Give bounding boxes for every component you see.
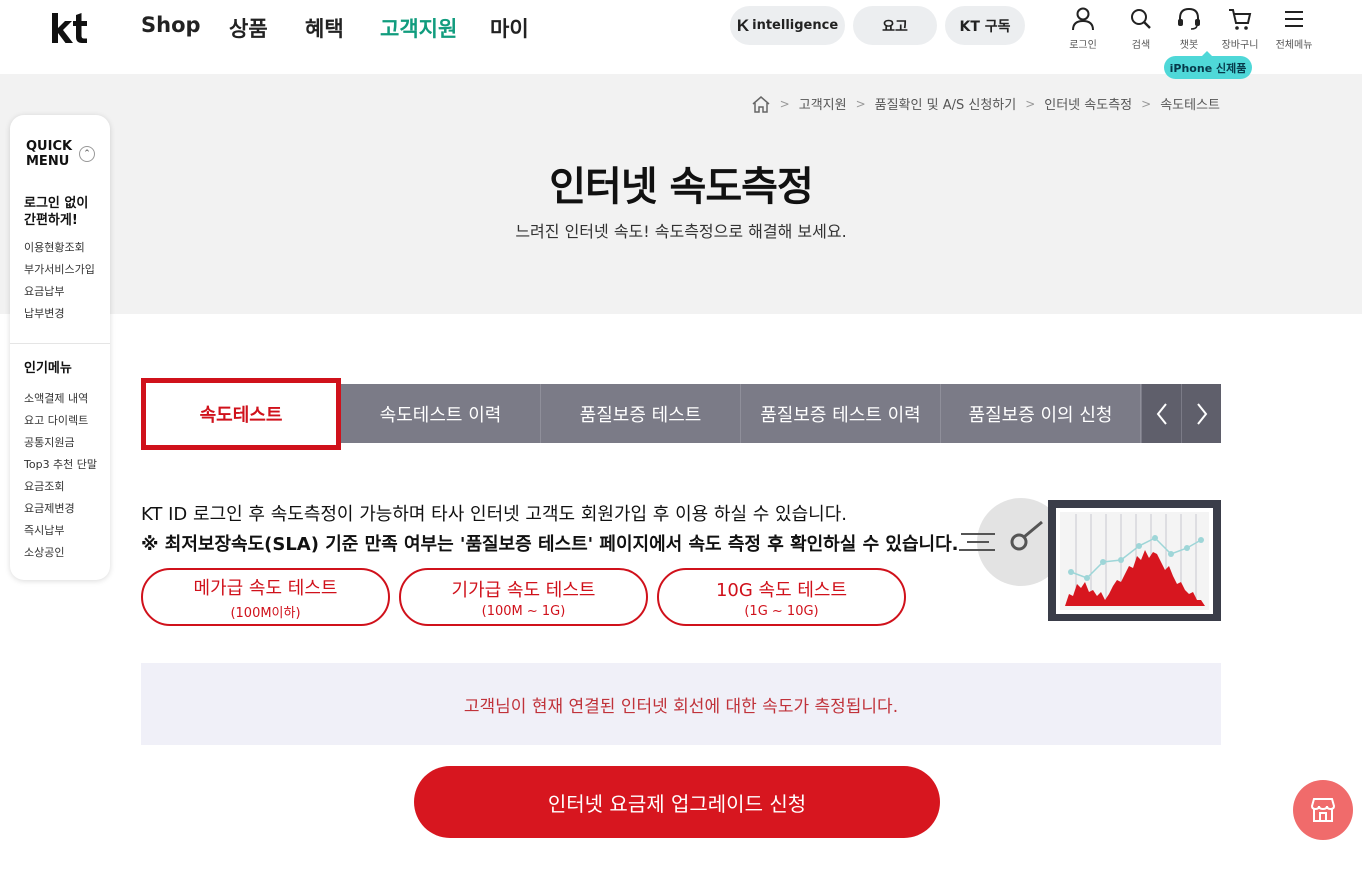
quick-link[interactable]: 소액결제 내역 bbox=[24, 390, 88, 406]
all-menu-label: 전체메뉴 bbox=[1275, 40, 1313, 51]
quick-menu-title-line1: QUICK bbox=[26, 139, 73, 154]
user-icon bbox=[1072, 7, 1094, 31]
nav-my[interactable]: 마이 bbox=[490, 13, 529, 43]
quick-link[interactable]: 요금납부 bbox=[24, 283, 64, 299]
breadcrumb-item[interactable]: 품질확인 및 A/S 신청하기 bbox=[875, 94, 1017, 113]
button-range: (1G ~ 10G) bbox=[744, 603, 819, 619]
section1-title-line1: 로그인 없이 bbox=[24, 196, 89, 211]
section1-title-line2: 간편하게! bbox=[24, 213, 78, 228]
chevron-left-icon bbox=[1156, 402, 1167, 425]
tab-quality-test[interactable]: 품질보증 테스트 bbox=[541, 384, 741, 443]
kt-subscribe-button[interactable]: KT 구독 bbox=[945, 6, 1025, 45]
intelligence-label: intelligence bbox=[752, 18, 839, 33]
nav-products[interactable]: 상품 bbox=[229, 13, 268, 43]
nav-benefits[interactable]: 혜택 bbox=[305, 13, 344, 43]
login-button[interactable]: 로그인 bbox=[1055, 6, 1111, 51]
page-subtitle: 느려진 인터넷 속도! 속도측정으로 해결해 보세요. bbox=[515, 222, 847, 241]
nav-shop[interactable]: Shop bbox=[141, 13, 201, 37]
hero-section: > 고객지원 > 품질확인 및 A/S 신청하기 > 인터넷 속도측정 > 속도… bbox=[0, 74, 1362, 314]
info-box: 고객님이 현재 연결된 인터넷 회선에 대한 속도가 측정됩니다. bbox=[141, 663, 1221, 745]
chevron-right-icon: > bbox=[779, 96, 790, 111]
nav-customer-support[interactable]: 고객지원 bbox=[380, 13, 457, 43]
search-icon bbox=[1131, 9, 1151, 29]
button-title: 메가급 속도 테스트 bbox=[193, 577, 338, 599]
chevron-right-icon: > bbox=[855, 96, 866, 111]
home-icon[interactable] bbox=[751, 95, 771, 113]
tab-bar: 속도테스트 속도테스트 이력 품질보증 테스트 품질보증 테스트 이력 품질보증… bbox=[141, 378, 1221, 450]
button-title: 10G 속도 테스트 bbox=[715, 579, 848, 601]
breadcrumb-item[interactable]: 인터넷 속도측정 bbox=[1044, 94, 1132, 113]
tab-next-button[interactable] bbox=[1181, 384, 1221, 443]
notice-line2: ※ 최저보장속도(SLA) 기준 만족 여부는 '품질보증 테스트' 페이지에서… bbox=[141, 534, 959, 555]
intelligence-button[interactable]: K intelligence bbox=[730, 6, 845, 45]
quick-link[interactable]: 공통지원금 bbox=[24, 434, 75, 450]
quick-menu-title: QUICK MENU bbox=[26, 139, 72, 169]
button-range: (100M ~ 1G) bbox=[481, 603, 566, 619]
header: Shop 상품 혜택 고객지원 마이 K intelligence 요고 KT … bbox=[0, 0, 1362, 74]
mega-speed-test-button[interactable]: 메가급 속도 테스트 (100M이하) bbox=[141, 568, 390, 626]
cart-button[interactable]: 장바구니 bbox=[1212, 6, 1268, 51]
tab-prev-button[interactable] bbox=[1141, 384, 1181, 443]
speed-monitor-illustration bbox=[959, 498, 1221, 621]
chatbot-button[interactable]: 챗봇 bbox=[1161, 6, 1217, 51]
yogo-button[interactable]: 요고 bbox=[853, 6, 937, 45]
button-title: 기가급 속도 테스트 bbox=[451, 579, 596, 601]
quick-menu-section1-title: 로그인 없이 간편하게! bbox=[24, 195, 104, 229]
quick-link[interactable]: 이용현황조회 bbox=[24, 239, 85, 255]
hamburger-icon bbox=[1285, 11, 1303, 27]
tab-quality-test-history[interactable]: 품질보증 테스트 이력 bbox=[741, 384, 941, 443]
chatbot-label: 챗봇 bbox=[1179, 40, 1199, 51]
chevron-right-icon bbox=[1196, 402, 1207, 425]
store-icon bbox=[1310, 798, 1336, 822]
giga-speed-test-button[interactable]: 기가급 속도 테스트 (100M ~ 1G) bbox=[399, 568, 648, 626]
breadcrumb: > 고객지원 > 품질확인 및 A/S 신청하기 > 인터넷 속도측정 > 속도… bbox=[751, 94, 1220, 113]
quick-link[interactable]: 부가서비스가입 bbox=[24, 261, 95, 277]
quick-link[interactable]: 소상공인 bbox=[24, 544, 64, 560]
button-range: (100M이하) bbox=[230, 605, 301, 621]
headset-icon bbox=[1178, 7, 1200, 30]
breadcrumb-item[interactable]: 고객지원 bbox=[799, 94, 847, 113]
tab-speed-test[interactable]: 속도테스트 bbox=[141, 378, 341, 450]
tab-speed-test-history[interactable]: 속도테스트 이력 bbox=[341, 384, 541, 443]
notice-line1: KT ID 로그인 후 속도측정이 가능하며 타사 인터넷 고객도 회원가입 후… bbox=[141, 504, 847, 525]
chevron-up-icon[interactable]: ⌃ bbox=[79, 146, 95, 162]
iphone-tooltip[interactable]: iPhone 신제품 bbox=[1164, 51, 1252, 79]
upgrade-plan-button[interactable]: 인터넷 요금제 업그레이드 신청 bbox=[414, 766, 940, 838]
tab-quality-appeal[interactable]: 품질보증 이의 신청 bbox=[941, 384, 1141, 443]
quick-link[interactable]: 요금제변경 bbox=[24, 500, 75, 516]
quick-link[interactable]: 요금조회 bbox=[24, 478, 64, 494]
login-label: 로그인 bbox=[1069, 40, 1097, 51]
chevron-right-icon: > bbox=[1025, 96, 1036, 111]
k-logo-icon: K bbox=[736, 15, 750, 35]
quick-menu-title-line2: MENU bbox=[26, 154, 70, 169]
10g-speed-test-button[interactable]: 10G 속도 테스트 (1G ~ 10G) bbox=[657, 568, 906, 626]
quick-link[interactable]: 즉시납부 bbox=[24, 522, 64, 538]
quick-menu-section2-title: 인기메뉴 bbox=[24, 361, 72, 376]
quick-menu-divider bbox=[10, 343, 110, 344]
quick-link[interactable]: 납부변경 bbox=[24, 305, 64, 321]
quick-link[interactable]: 요고 다이렉트 bbox=[24, 412, 88, 428]
store-floating-button[interactable] bbox=[1293, 780, 1353, 840]
chevron-right-icon: > bbox=[1141, 96, 1152, 111]
cart-icon bbox=[1229, 9, 1252, 30]
quick-menu: QUICK MENU ⌃ 로그인 없이 간편하게! 이용현황조회 부가서비스가입… bbox=[10, 115, 110, 580]
kt-logo[interactable] bbox=[50, 11, 90, 45]
quick-link[interactable]: Top3 추천 단말 bbox=[24, 456, 97, 472]
all-menu-button[interactable]: 전체메뉴 bbox=[1266, 6, 1322, 51]
page-title: 인터넷 속도측정 bbox=[549, 164, 814, 210]
cart-label: 장바구니 bbox=[1221, 40, 1259, 51]
breadcrumb-item[interactable]: 속도테스트 bbox=[1160, 94, 1220, 113]
